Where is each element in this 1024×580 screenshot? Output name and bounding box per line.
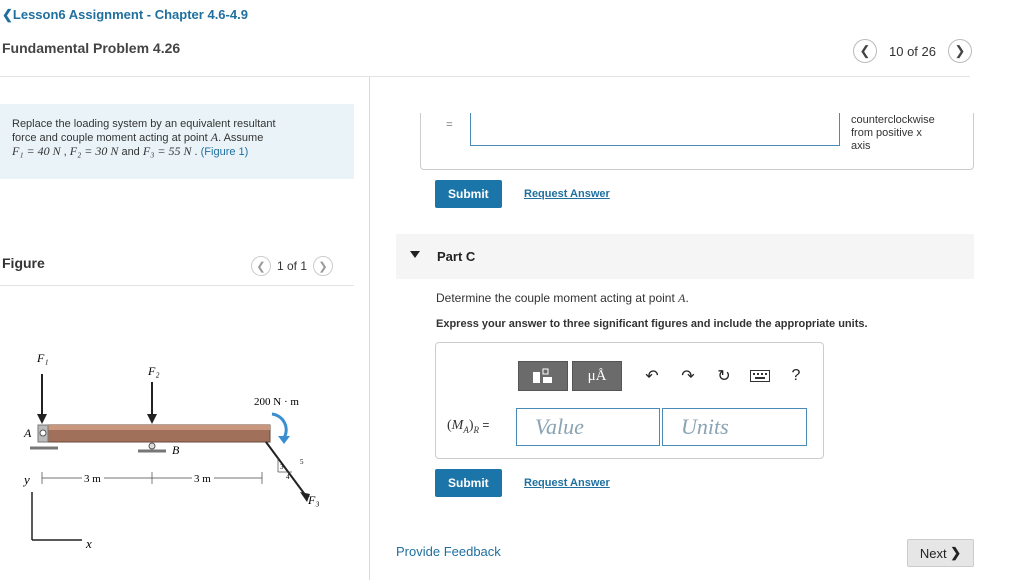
label-dist-1: 3 m (84, 473, 101, 485)
force-f3-arrow (265, 441, 307, 497)
part-c-instruction: Express your answer to three significant… (436, 318, 868, 330)
next-button[interactable]: Next ❯ (907, 539, 974, 567)
units-symbols-button[interactable]: μÅ (572, 361, 622, 391)
force-f2-arrowhead (147, 414, 157, 424)
slope-3: 3 (280, 463, 284, 471)
chevron-right-icon: ❯ (318, 260, 328, 273)
provide-feedback-link[interactable]: Provide Feedback (396, 544, 501, 559)
beam-loading-diagram: F₁ F₂ A B 200 N · m 3 4 5 F₃ 3 m 3 m y x (22, 351, 320, 551)
figure-counter: 1 of 1 (277, 259, 308, 273)
beam-highlight (38, 425, 270, 430)
prompt-line-1: Replace the loading system by an equival… (12, 118, 276, 130)
part-b-request-answer-link[interactable]: Request Answer (524, 188, 610, 200)
keyboard-button[interactable] (742, 361, 778, 391)
part-b-answer-label: = (446, 117, 453, 131)
column-divider (369, 77, 370, 580)
force-f1-arrowhead (37, 414, 47, 424)
chevron-right-icon: ❯ (954, 43, 966, 58)
chevron-left-icon: ❮ (256, 260, 266, 273)
figure-title: Figure (2, 255, 45, 271)
part-b-submit-button[interactable]: Submit (435, 180, 502, 208)
back-to-assignment-link[interactable]: ❮Lesson6 Assignment - Chapter 4.6-4.9 (2, 7, 248, 23)
previous-problem-button[interactable]: ❮ (853, 39, 877, 63)
mu-angstrom-icon: μÅ (587, 367, 607, 384)
label-moment: 200 N · m (254, 396, 299, 408)
part-b-answer-input[interactable] (470, 113, 840, 146)
redo-button[interactable]: ↷ (670, 361, 706, 391)
label-dist-2: 3 m (194, 473, 211, 485)
moment-answer-label: (MA)R = (447, 418, 490, 435)
help-button[interactable]: ? (778, 361, 814, 391)
figure-pager: ❮ 1 of 1 ❯ (251, 256, 334, 276)
prompt-line-3: F₁ = 40 N , F₂ = 30 N and F₃ = 55 N . (F… (12, 144, 249, 159)
value-input[interactable]: Value (516, 408, 660, 446)
chevron-left-icon: ❮ (859, 43, 871, 58)
figure-link[interactable]: (Figure 1) (201, 146, 249, 158)
figure-divider (0, 285, 354, 286)
couple-moment-arc (271, 412, 288, 439)
next-button-label: Next (919, 545, 947, 561)
reset-icon: ↻ (717, 368, 731, 385)
templates-button[interactable] (518, 361, 568, 391)
back-link-label: Lesson6 Assignment - Chapter 4.6-4.9 (12, 7, 248, 22)
support-b-roller (148, 442, 156, 450)
next-figure-button[interactable]: ❯ (313, 256, 334, 276)
keyboard-icon (750, 370, 770, 382)
undo-icon: ↶ (645, 368, 659, 385)
math-toolbar: μÅ ↶ ↷ ↻ ? (518, 361, 814, 391)
support-a-pin (39, 429, 47, 437)
part-c-label: Part C (437, 249, 476, 264)
slope-5: 5 (300, 458, 304, 466)
label-y: y (22, 472, 30, 487)
part-c-request-answer-link[interactable]: Request Answer (524, 477, 610, 489)
caret-down-icon (410, 251, 420, 258)
part-c-submit-button[interactable]: Submit (435, 469, 502, 497)
part-c-question: Determine the couple moment acting at po… (436, 291, 689, 305)
label-f3: F₃ (307, 493, 320, 507)
chevron-left-icon: ❮ (2, 7, 13, 22)
problem-pager: ❮ 10 of 26 ❯ (853, 39, 972, 63)
templates-icon (533, 368, 552, 383)
units-input[interactable]: Units (662, 408, 807, 446)
help-icon: ? (791, 367, 801, 384)
label-f1: F₁ (36, 351, 49, 365)
problem-counter: 10 of 26 (889, 43, 936, 59)
reset-button[interactable]: ↻ (706, 361, 742, 391)
header-divider (0, 76, 970, 77)
label-b: B (172, 443, 180, 457)
part-c-header[interactable] (396, 234, 974, 279)
label-a: A (23, 426, 32, 440)
redo-icon: ↷ (681, 368, 695, 385)
previous-figure-button[interactable]: ❮ (251, 256, 271, 276)
next-problem-button[interactable]: ❯ (948, 39, 972, 63)
chevron-right-icon: ❯ (950, 545, 962, 560)
problem-statement: Replace the loading system by an equival… (0, 104, 354, 179)
part-b-direction-note: counterclockwise from positive x axis (851, 114, 935, 152)
label-x: x (85, 536, 92, 551)
label-f2: F₂ (147, 364, 160, 378)
undo-button[interactable]: ↶ (634, 361, 670, 391)
slope-4: 4 (286, 473, 290, 481)
prompt-line-2: force and couple moment acting at point … (12, 130, 264, 145)
couple-moment-arrowhead (278, 436, 290, 444)
problem-title: Fundamental Problem 4.26 (2, 40, 181, 56)
